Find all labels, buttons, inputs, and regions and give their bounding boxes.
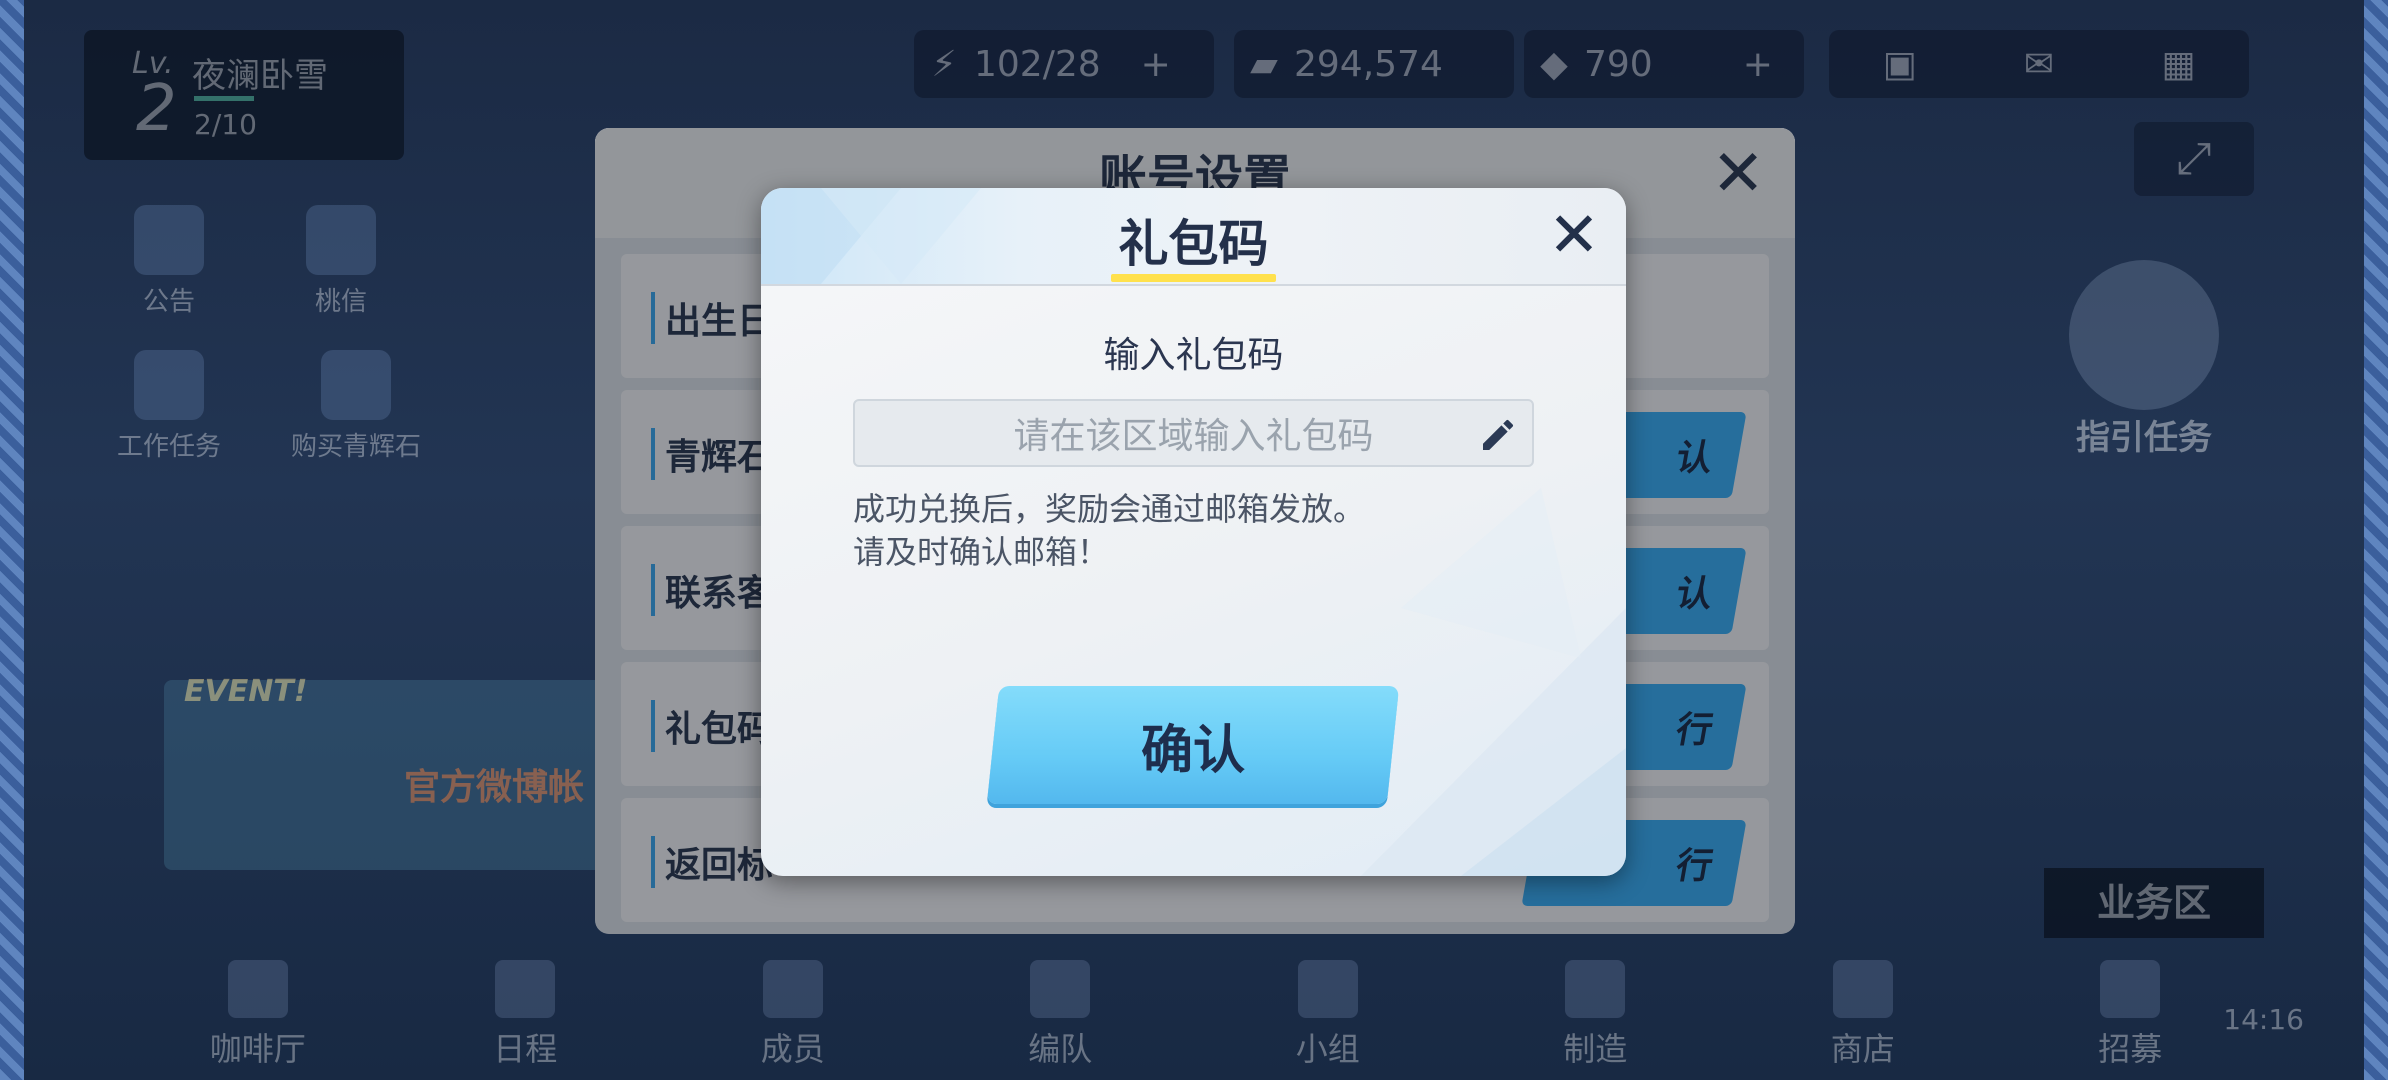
members-icon	[762, 960, 823, 1018]
nav-label: 商店	[1830, 1030, 1895, 1068]
exp-text: 2/10	[194, 108, 257, 141]
gems-add-icon[interactable]: +	[1743, 44, 1773, 85]
gem-icon: ◆	[1540, 43, 1568, 85]
bottom-navigation: 咖啡厅 日程 成员 编队 小组 制造 商店 招募	[124, 960, 2264, 1080]
nav-shop[interactable]: 商店	[1778, 960, 1948, 1080]
exp-bar	[194, 96, 254, 101]
player-name: 夜澜卧雪	[192, 56, 328, 96]
title-underline	[1111, 274, 1276, 282]
club-icon	[1297, 960, 1358, 1018]
pencil-icon	[1483, 419, 1514, 450]
credits-value: 294,574	[1294, 43, 1443, 85]
buy-gems-label: 购买青辉石	[290, 432, 421, 462]
confirm-label: 确认	[1140, 720, 1245, 781]
player-card[interactable]: Lv. 2 夜澜卧雪 2/10	[84, 30, 404, 160]
recruit-icon	[2100, 960, 2161, 1018]
hint-line-1: 成功兑换后，奖励会通过邮箱发放。	[853, 490, 1366, 528]
confirm-button[interactable]: 确认	[986, 686, 1400, 804]
craft-icon	[1565, 960, 1626, 1018]
momotalk-button[interactable]: 桃信	[276, 205, 406, 318]
formation-icon	[1030, 960, 1091, 1018]
nav-craft[interactable]: 制造	[1510, 960, 1680, 1080]
nav-cafe[interactable]: 咖啡厅	[173, 960, 343, 1080]
nav-label: 咖啡厅	[209, 1030, 306, 1068]
business-area-label: 业务区	[2096, 881, 2211, 925]
mail-icon[interactable]: ✉	[2024, 44, 2054, 85]
left-border-stripe	[0, 0, 24, 1080]
event-banner-text: 官方微博帐	[404, 767, 585, 808]
top-right-tools: ▣ ✉ ▦	[1829, 30, 2249, 98]
gift-dialog-title: 礼包码	[1118, 215, 1269, 273]
gift-code-input-label: 输入礼包码	[1103, 335, 1284, 376]
phone-icon	[306, 205, 376, 275]
gem-bag-icon	[321, 350, 391, 420]
menu-grid-icon[interactable]: ▦	[2161, 44, 2195, 85]
level-value: 2	[136, 72, 177, 146]
shop-icon	[1832, 960, 1893, 1018]
nav-label: 制造	[1563, 1030, 1628, 1068]
gift-code-dialog: 礼包码 ✕ 输入礼包码 请在该区域输入礼包码 成功兑换后，奖励会通过邮箱发放。 …	[761, 188, 1626, 876]
nav-members[interactable]: 成员	[708, 960, 878, 1080]
notice-label: 公告	[142, 287, 195, 317]
guide-mascot-icon	[2069, 260, 2219, 410]
clock: 14:16	[2223, 1003, 2304, 1036]
credits-counter: ▰ 294,574	[1234, 30, 1514, 98]
buy-gems-button[interactable]: 购买青辉石	[276, 350, 436, 463]
fullscreen-icon[interactable]: ⤢	[2134, 122, 2254, 196]
schedule-icon	[495, 960, 556, 1018]
notice-button[interactable]: 公告	[104, 205, 234, 318]
nav-label: 招募	[2098, 1030, 2163, 1068]
ap-value: 102/28	[974, 43, 1101, 85]
work-task-label: 工作任务	[116, 432, 221, 462]
business-area-button[interactable]: 业务区	[2044, 868, 2264, 938]
nav-label: 成员	[760, 1030, 825, 1068]
ap-add-icon[interactable]: +	[1141, 44, 1171, 85]
ap-icon: ⚡	[931, 43, 957, 85]
nav-club[interactable]: 小组	[1243, 960, 1413, 1080]
hint-line-2: 请及时确认邮箱！	[853, 533, 1110, 571]
momotalk-label: 桃信	[314, 287, 367, 317]
guide-task-label: 指引任务	[2076, 418, 2212, 458]
gift-code-hint: 成功兑换后，奖励会通过邮箱发放。 请及时确认邮箱！	[853, 488, 1365, 574]
gems-value: 790	[1584, 43, 1653, 85]
event-banner[interactable]: EVENT! 官方微博帐	[164, 674, 604, 870]
gems-counter[interactable]: ◆ 790 +	[1524, 30, 1804, 98]
ap-counter[interactable]: ⚡ 102/28 +	[914, 30, 1214, 98]
nav-formation[interactable]: 编队	[975, 960, 1145, 1080]
work-task-button[interactable]: 工作任务	[104, 350, 234, 463]
event-tag: EVENT!	[184, 674, 308, 709]
nav-label: 编队	[1028, 1030, 1093, 1068]
clipboard-icon	[134, 350, 204, 420]
cafe-icon	[227, 960, 288, 1018]
right-border-stripe	[2364, 0, 2388, 1080]
nav-label: 日程	[493, 1030, 558, 1068]
megaphone-icon	[134, 205, 204, 275]
nav-schedule[interactable]: 日程	[440, 960, 610, 1080]
credits-icon: ▰	[1250, 43, 1278, 85]
guide-task-button[interactable]: 指引任务	[2054, 260, 2234, 459]
gift-code-input[interactable]: 请在该区域输入礼包码	[853, 399, 1534, 467]
gift-dialog-close-icon[interactable]: ✕	[1548, 204, 1600, 266]
nav-label: 小组	[1295, 1030, 1360, 1068]
friends-icon[interactable]: ▣	[1883, 44, 1917, 85]
gift-code-placeholder: 请在该区域输入礼包码	[1013, 416, 1374, 457]
nav-recruit[interactable]: 招募	[2045, 960, 2215, 1080]
